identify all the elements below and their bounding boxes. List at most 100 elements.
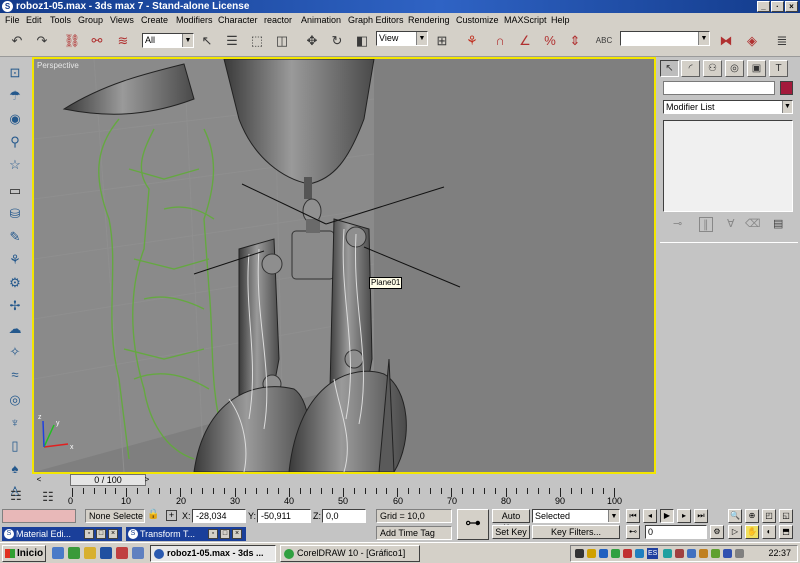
tray-icon[interactable] [675,549,684,558]
restore-button[interactable]: · [771,1,784,12]
window-crossing-icon[interactable]: ◫ [272,31,292,51]
particles-icon[interactable]: ⚘ [5,250,25,269]
quicklaunch-icon[interactable] [116,547,128,559]
time-slider-prev[interactable]: < [34,474,44,486]
extras-icon[interactable]: ▭ [5,181,25,200]
tray-icon[interactable] [587,549,596,558]
viewport-label[interactable]: Perspective [37,61,79,70]
current-frame-field[interactable]: 0 [645,525,707,539]
time-slider-next[interactable]: > [142,474,152,486]
compound-icon[interactable]: ◉ [5,109,25,128]
minimize-button[interactable]: _ [757,1,770,12]
edit-named-selections-icon[interactable]: ABC [594,31,614,51]
tray-icon[interactable] [699,549,708,558]
display-tab-icon[interactable]: ▣ [747,60,766,77]
restore-icon[interactable]: ▫ [84,529,94,539]
absolute-mode-icon[interactable]: + [166,510,177,521]
painter-icon[interactable]: ♠ [5,459,25,478]
zoom-icon[interactable]: 🔍 [728,509,742,523]
play-icon[interactable]: ▶ [660,509,674,523]
reference-coordinate-dropdown[interactable]: View ▼ [376,31,428,46]
dynamics-icon[interactable]: ✧ [5,342,25,361]
key-mode-icon[interactable]: ⊶ [457,509,489,540]
menu-graph-editors[interactable]: Graph Editors [348,13,404,27]
menu-animation[interactable]: Animation [301,13,341,27]
track-bar[interactable]: ☷ 0 10 20 30 40 50 60 70 80 90 100 [10,486,656,508]
language-indicator[interactable]: ES [647,548,659,559]
select-and-link-icon[interactable]: ⛓ [62,31,82,51]
maximize-viewport-icon[interactable]: ⬒ [779,525,793,539]
percent-snap-icon[interactable]: % [540,31,560,51]
cameras-icon[interactable]: ⛁ [5,204,25,223]
set-key-button[interactable]: Set Key [492,525,530,539]
surface-tools-icon[interactable]: ☁ [5,319,25,338]
object-color-swatch[interactable] [780,81,793,95]
select-and-manipulate-icon[interactable]: ⚘ [462,31,482,51]
close-button[interactable]: × [785,1,798,12]
angle-snap-icon[interactable]: ∠ [515,31,535,51]
close-icon[interactable]: × [232,529,242,539]
quicklaunch-icon[interactable] [68,547,80,559]
menu-create[interactable]: Create [141,13,168,27]
taskbar-item-3dsmax[interactable]: roboz1-05.max - 3ds ... [150,545,276,562]
menu-help[interactable]: Help [551,13,570,27]
motion-tab-icon[interactable]: ◎ [725,60,744,77]
zoom-extents-all-icon[interactable]: ◱ [779,509,793,523]
quicklaunch-icon[interactable] [132,547,144,559]
helpers-icon[interactable]: ☆ [5,155,25,174]
tray-icon[interactable] [735,549,744,558]
time-slider-thumb[interactable]: 0 / 100 [70,474,146,486]
create-tab-icon[interactable]: ↖ [660,60,679,77]
utilities-tab-icon[interactable]: T [769,60,788,77]
menu-rendering[interactable]: Rendering [408,13,450,27]
track-bar-icon[interactable]: ☷ [2,486,30,506]
y-coordinate-field[interactable]: -50,911 [257,509,311,523]
show-desktop-icon[interactable] [52,547,64,559]
menu-modifiers[interactable]: Modifiers [176,13,213,27]
modifier-stack[interactable] [663,120,793,212]
waves-icon[interactable]: ≈ [5,365,25,384]
maximize-icon[interactable]: □ [220,529,230,539]
make-unique-icon[interactable]: ∀ [727,217,735,230]
layer-manager-icon[interactable]: ≣ [772,31,792,51]
key-mode-dropdown[interactable]: Selected ▼ [532,509,620,523]
key-mode-toggle-icon[interactable]: ⊷ [626,525,640,539]
tray-icon[interactable] [575,549,584,558]
remove-modifier-icon[interactable]: ⌫ [745,217,761,230]
select-by-name-icon[interactable]: ☰ [222,31,242,51]
modifier-list-dropdown[interactable]: Modifier List ▼ [663,100,793,114]
select-and-scale-icon[interactable]: ◧ [352,31,372,51]
previous-frame-icon[interactable]: ◂ [643,509,657,523]
pin-stack-icon[interactable]: ⊸ [673,217,682,230]
tray-icon[interactable] [711,549,720,558]
bind-to-space-warp-icon[interactable]: ≋ [113,31,133,51]
objects-icon[interactable]: ⊡ [5,63,25,82]
lights-icon[interactable]: ⚲ [5,132,25,151]
menu-tools[interactable]: Tools [50,13,71,27]
tray-icon[interactable] [635,549,644,558]
tray-icon[interactable] [599,549,608,558]
next-frame-icon[interactable]: ▸ [677,509,691,523]
curve-editor-icon[interactable]: ☷ [38,488,58,506]
snap-toggle-icon[interactable]: ∩ [490,31,510,51]
align-icon[interactable]: ◈ [742,31,762,51]
undo-icon[interactable]: ↶ [7,31,27,51]
systems-icon[interactable]: ✢ [5,296,25,315]
show-end-result-icon[interactable]: ∥ [699,217,713,232]
perspective-viewport[interactable]: x y z Perspective Plane01 [32,57,656,474]
select-object-icon[interactable]: ↖ [197,31,217,51]
modify-tab-icon[interactable]: ◜ [681,60,700,77]
select-and-rotate-icon[interactable]: ↻ [327,31,347,51]
select-and-move-icon[interactable]: ✥ [302,31,322,51]
start-button[interactable]: Inicio [2,545,46,562]
selection-filter-dropdown[interactable]: All ▼ [142,33,194,48]
unlink-selection-icon[interactable]: ⚯ [87,31,107,51]
named-selection-dropdown[interactable]: ▼ [620,31,710,46]
close-icon[interactable]: × [108,529,118,539]
spinner-snap-icon[interactable]: ⇕ [565,31,585,51]
restore-icon[interactable]: ▫ [208,529,218,539]
rectangular-selection-icon[interactable]: ⬚ [247,31,267,51]
tray-icon[interactable] [687,549,696,558]
go-to-end-icon[interactable]: ⏭ [694,509,708,523]
menu-reactor[interactable]: reactor [264,13,292,27]
